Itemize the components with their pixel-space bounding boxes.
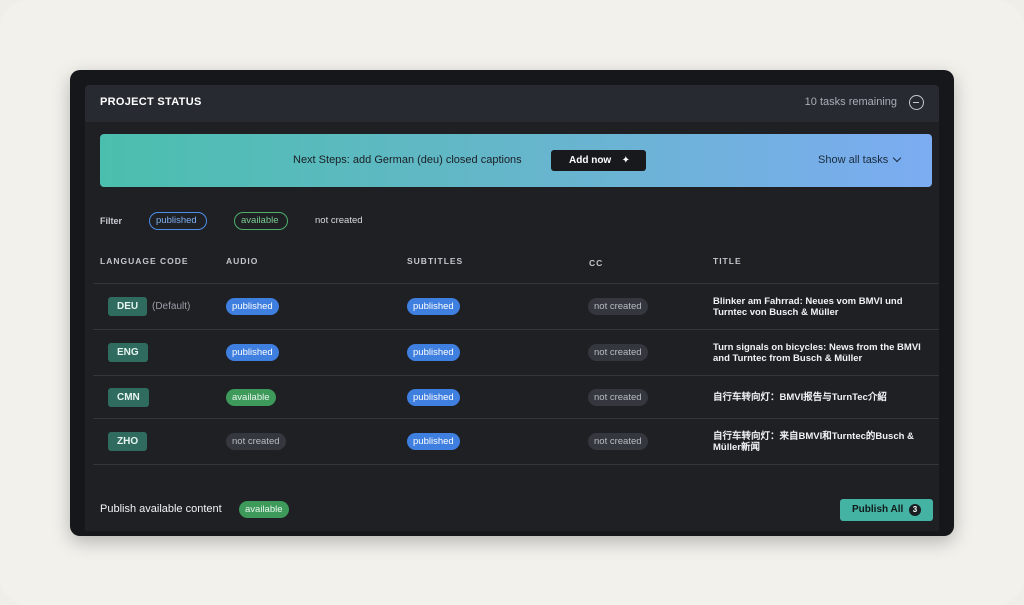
row-divider xyxy=(93,329,939,330)
row-title: Blinker am Fahrrad: Neues vom BMVI und T… xyxy=(713,296,903,318)
panel-header: PROJECT STATUS 10 tasks remaining xyxy=(85,85,939,122)
subtitles-status: published xyxy=(407,344,460,361)
cc-status: not created xyxy=(588,389,648,406)
audio-status: not created xyxy=(226,433,286,450)
column-header-language-code: LANGUAGE CODE xyxy=(100,256,189,266)
chevron-down-icon xyxy=(893,153,902,163)
row-divider xyxy=(93,464,939,465)
header-divider xyxy=(93,283,939,284)
background: PROJECT STATUS 10 tasks remaining Next S… xyxy=(0,0,1024,605)
tasks-remaining-label: 10 tasks remaining xyxy=(804,96,897,108)
next-steps-text: Next Steps: add German (deu) closed capt… xyxy=(293,154,522,166)
audio-status: published xyxy=(226,344,279,361)
audio-status: published xyxy=(226,298,279,315)
column-header-subtitles: SUBTITLES xyxy=(407,256,464,266)
subtitles-status: published xyxy=(407,389,460,406)
subtitles-status: published xyxy=(407,433,460,450)
language-code-badge: DEU xyxy=(108,297,148,316)
row-divider xyxy=(93,418,939,419)
add-now-button[interactable]: Add now ✦ xyxy=(551,150,646,171)
cc-status: not created xyxy=(588,298,648,315)
row-divider xyxy=(93,375,939,376)
project-status-panel: PROJECT STATUS 10 tasks remaining Next S… xyxy=(85,85,939,531)
publish-available-label: Publish available content xyxy=(100,503,222,515)
language-code-badge: CMN xyxy=(108,388,149,407)
panel-title: PROJECT STATUS xyxy=(100,96,202,108)
cc-status: not created xyxy=(588,433,648,450)
column-header-cc: CC xyxy=(589,258,604,268)
show-all-tasks-button[interactable]: Show all tasks xyxy=(818,153,902,166)
row-title: 自行车转向灯：来自BMVI和Turntec的Busch & Müller新闻 xyxy=(713,431,914,453)
filter-chip-not-created[interactable]: not created xyxy=(308,212,370,230)
filter-chip-available[interactable]: available xyxy=(234,212,288,230)
footer-available-chip: available xyxy=(239,501,289,518)
column-header-title: TITLE xyxy=(713,256,742,266)
project-status-window: PROJECT STATUS 10 tasks remaining Next S… xyxy=(70,70,954,536)
cc-status: not created xyxy=(588,344,648,361)
next-steps-banner: Next Steps: add German (deu) closed capt… xyxy=(100,134,932,187)
sparkle-icon: ✦ xyxy=(621,155,630,166)
add-now-label: Add now xyxy=(569,155,612,166)
subtitles-status: published xyxy=(407,298,460,315)
publish-count-badge: 3 xyxy=(909,504,921,516)
column-header-audio: AUDIO xyxy=(226,256,259,266)
publish-all-button[interactable]: Publish All 3 xyxy=(840,499,933,521)
language-code-badge: ENG xyxy=(108,343,148,362)
default-label: (Default) xyxy=(152,301,191,312)
language-code-badge: ZHO xyxy=(108,432,148,451)
row-title: 自行车转向灯：BMVI报告与TurnTec介紹 xyxy=(713,392,887,403)
audio-status: available xyxy=(226,389,276,406)
filter-chip-published[interactable]: published xyxy=(149,212,207,230)
filter-label: Filter xyxy=(100,216,123,226)
collapse-icon[interactable] xyxy=(909,95,924,110)
publish-all-label: Publish All xyxy=(852,504,904,515)
row-title: Turn signals on bicycles: News from the … xyxy=(713,342,921,364)
show-all-tasks-label: Show all tasks xyxy=(818,154,889,166)
